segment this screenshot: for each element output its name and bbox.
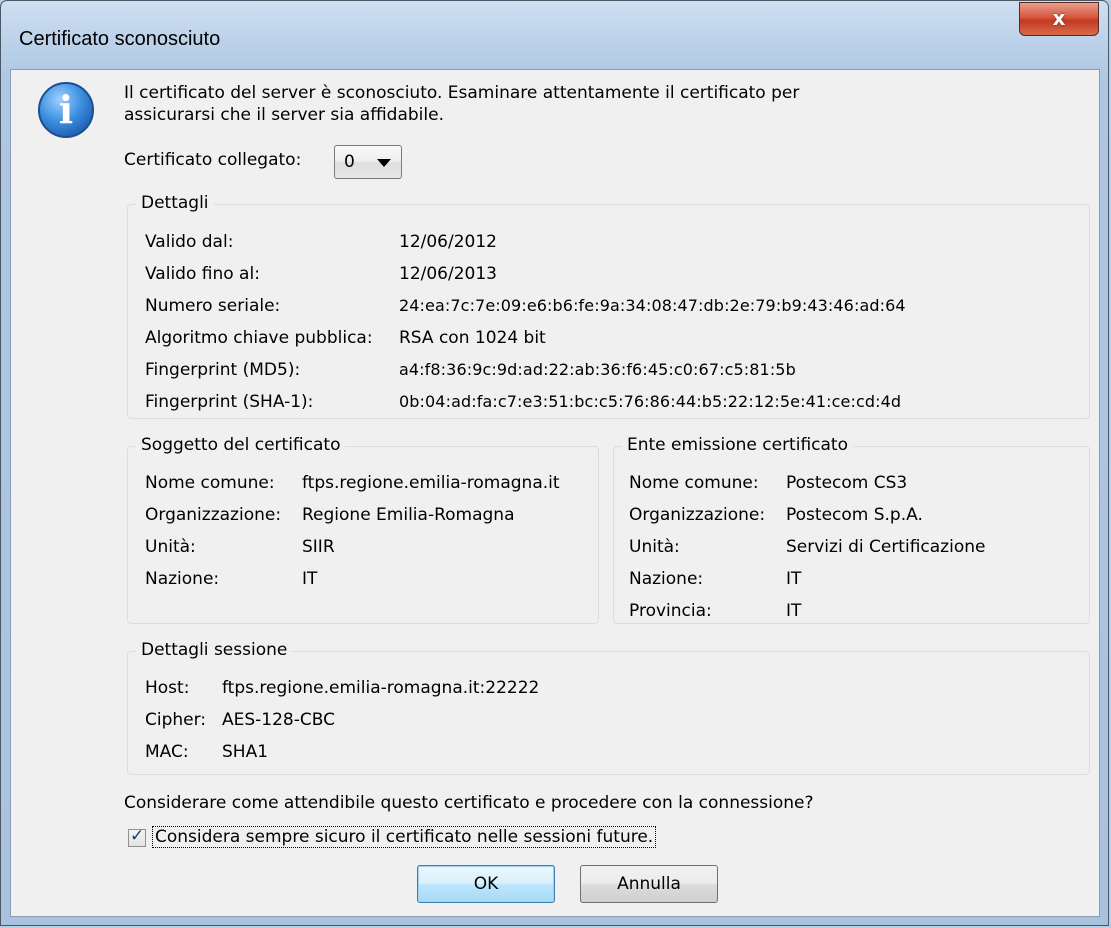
dialog-window: Certificato sconosciuto x i Il certifica…: [0, 0, 1109, 926]
details-label-valid-from: Valido dal:: [145, 232, 234, 252]
trust-question: Considerare come attendibile questo cert…: [124, 793, 814, 813]
issuer-title: Ente emissione certificato: [622, 435, 853, 455]
subject-label-country: Nazione:: [145, 569, 220, 589]
linked-cert-label: Certificato collegato:: [124, 150, 302, 170]
details-value-serial: 24:ea:7c:7e:09:e6:b6:fe:9a:34:08:47:db:2…: [399, 296, 906, 315]
close-icon: x: [1052, 6, 1066, 30]
details-group: Dettagli Valido dal: 12/06/2012 Valido f…: [127, 193, 1090, 419]
message-line-1: Il certificato del server è sconosciuto.…: [124, 83, 800, 103]
message-text: Il certificato del server è sconosciuto.…: [124, 82, 799, 126]
issuer-value-unit: Servizi di Certificazione: [786, 537, 986, 557]
linked-cert-select[interactable]: 0: [334, 145, 402, 179]
details-value-valid-to: 12/06/2013: [399, 264, 497, 284]
session-value-cipher: AES-128-CBC: [222, 710, 335, 730]
chevron-down-icon: [377, 159, 391, 167]
session-value-mac: SHA1: [222, 742, 269, 762]
issuer-value-org: Postecom S.p.A.: [786, 505, 923, 525]
details-label-sha1: Fingerprint (SHA-1):: [145, 392, 314, 412]
subject-value-unit: SIIR: [302, 537, 335, 557]
checkbox-box[interactable]: ✓: [128, 826, 146, 847]
issuer-label-unit: Unità:: [629, 537, 680, 557]
issuer-label-province: Provincia:: [629, 601, 712, 621]
subject-label-cn: Nome comune:: [145, 473, 275, 493]
close-button[interactable]: x: [1019, 2, 1099, 36]
subject-label-unit: Unità:: [145, 537, 196, 557]
issuer-label-org: Organizzazione:: [629, 505, 766, 525]
subject-value-cn: ftps.regione.emilia-romagna.it: [302, 473, 560, 493]
session-value-host: ftps.regione.emilia-romagna.it:22222: [222, 678, 540, 698]
session-title: Dettagli sessione: [136, 640, 293, 660]
session-label-mac: MAC:: [145, 742, 189, 762]
issuer-value-country: IT: [786, 569, 802, 589]
info-icon: i: [38, 82, 94, 138]
details-value-algorithm: RSA con 1024 bit: [399, 328, 546, 348]
subject-label-org: Organizzazione:: [145, 505, 282, 525]
dialog-body: i Il certificato del server è sconosciut…: [10, 69, 1100, 917]
issuer-value-cn: Postecom CS3: [786, 473, 908, 493]
details-label-serial: Numero seriale:: [145, 296, 281, 316]
details-value-md5: a4:f8:36:9c:9d:ad:22:ab:36:f6:45:c0:67:c…: [399, 360, 796, 379]
linked-cert-value: 0: [344, 152, 355, 172]
subject-value-org: Regione Emilia-Romagna: [302, 505, 515, 525]
subject-group: Soggetto del certificato Nome comune: ft…: [127, 435, 599, 624]
issuer-label-cn: Nome comune:: [629, 473, 759, 493]
subject-title: Soggetto del certificato: [136, 435, 346, 455]
always-trust-label[interactable]: Considera sempre sicuro il certificato n…: [152, 826, 657, 848]
issuer-group: Ente emissione certificato Nome comune: …: [613, 435, 1090, 624]
ok-button[interactable]: OK: [417, 865, 555, 903]
session-label-host: Host:: [145, 678, 190, 698]
details-label-md5: Fingerprint (MD5):: [145, 360, 301, 380]
check-icon: ✓: [130, 826, 145, 846]
details-label-valid-to: Valido fino al:: [145, 264, 260, 284]
issuer-label-country: Nazione:: [629, 569, 704, 589]
message-line-2: assicurarsi che il server sia affidabile…: [124, 105, 444, 125]
cancel-button[interactable]: Annulla: [580, 865, 718, 903]
window-title: Certificato sconosciuto: [19, 28, 221, 50]
subject-value-country: IT: [302, 569, 318, 589]
session-group: Dettagli sessione Host: ftps.regione.emi…: [127, 640, 1090, 775]
details-value-valid-from: 12/06/2012: [399, 232, 497, 252]
session-label-cipher: Cipher:: [145, 710, 207, 730]
issuer-value-province: IT: [786, 601, 802, 621]
details-value-sha1: 0b:04:ad:fa:c7:e3:51:bc:c5:76:86:44:b5:2…: [399, 392, 902, 411]
details-label-algorithm: Algoritmo chiave pubblica:: [145, 328, 373, 348]
details-title: Dettagli: [136, 193, 214, 213]
